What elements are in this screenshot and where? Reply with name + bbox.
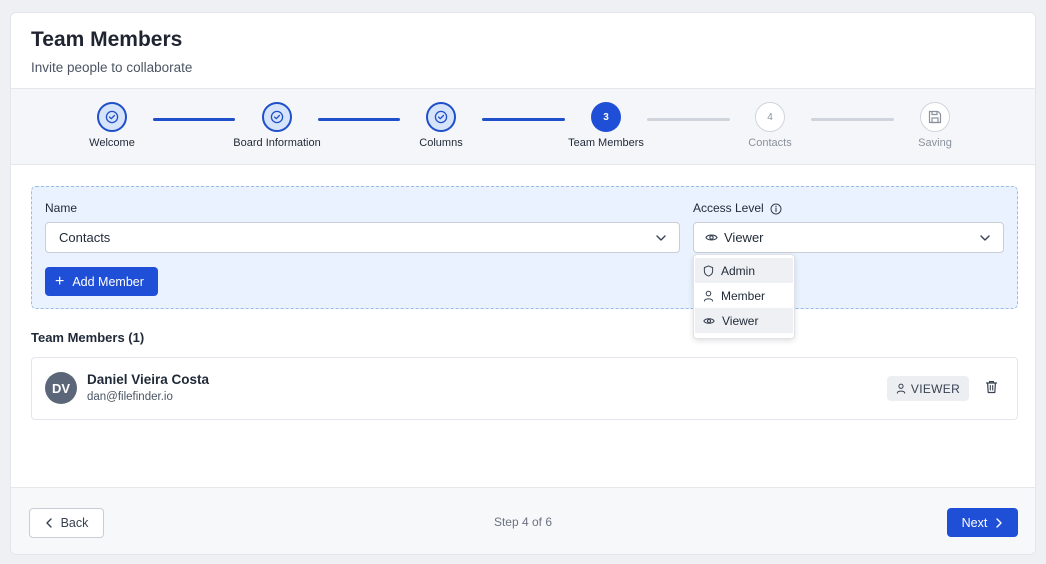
option-viewer[interactable]: Viewer (695, 308, 793, 333)
step-circle (426, 102, 456, 132)
step-circle (97, 102, 127, 132)
access-level-label: Access Level (693, 201, 782, 215)
name-select-value: Contacts (59, 230, 111, 245)
eye-icon (705, 234, 718, 241)
option-admin[interactable]: Admin (695, 258, 793, 283)
avatar: DV (45, 372, 77, 404)
add-member-label: Add Member (72, 274, 144, 289)
next-button[interactable]: Next (947, 508, 1018, 537)
step-label: Welcome (89, 137, 135, 149)
page-title: Team Members (31, 28, 183, 51)
step-number: 4 (755, 102, 785, 132)
stepper: Welcome Board Information Columns 3 Team… (11, 88, 1035, 165)
step-team-members[interactable]: 3 Team Members (546, 102, 666, 149)
step-columns[interactable]: Columns (381, 102, 501, 149)
members-heading: Team Members (1) (31, 330, 145, 345)
step-number: 3 (591, 102, 621, 132)
step-welcome[interactable]: Welcome (52, 102, 172, 149)
chevron-right-icon (996, 517, 1003, 528)
step-label: Columns (419, 137, 463, 149)
plus-icon: + (55, 272, 65, 290)
step-label: Saving (918, 137, 952, 149)
shield-icon (703, 264, 714, 277)
chevron-down-icon (980, 235, 990, 241)
step-label: Team Members (568, 137, 644, 149)
add-member-button[interactable]: + Add Member (45, 267, 158, 296)
add-member-form: Name Contacts Access Level Viewer + Add … (31, 186, 1018, 309)
step-contacts[interactable]: 4 Contacts (710, 102, 830, 149)
info-icon[interactable] (770, 203, 782, 215)
access-level-label-text: Access Level (693, 201, 764, 215)
header: Team Members Invite people to collaborat… (31, 27, 192, 77)
member-email: dan@filefinder.io (87, 391, 173, 403)
step-circle (262, 102, 292, 132)
wizard-footer: Back Step 4 of 6 Next (11, 487, 1035, 554)
name-select[interactable]: Contacts (45, 222, 680, 253)
access-level-dropdown: Admin Member Viewer (693, 254, 795, 339)
wizard-card: Team Members Invite people to collaborat… (10, 12, 1036, 555)
step-board-information[interactable]: Board Information (217, 102, 337, 149)
check-icon (270, 110, 284, 124)
step-label: Board Information (233, 137, 321, 149)
trash-icon[interactable] (985, 380, 998, 394)
save-icon (928, 110, 942, 124)
step-circle (920, 102, 950, 132)
member-name: Daniel Vieira Costa (87, 372, 210, 387)
step-saving[interactable]: Saving (875, 102, 995, 149)
access-level-value: Viewer (724, 230, 764, 245)
name-label: Name (45, 201, 78, 215)
step-counter: Step 4 of 6 (493, 515, 553, 529)
user-icon (896, 383, 906, 394)
chevron-down-icon (656, 235, 666, 241)
check-icon (105, 110, 119, 124)
page-subtitle: Invite people to collaborate (31, 60, 193, 75)
role-badge[interactable]: VIEWER (887, 376, 969, 401)
access-level-select[interactable]: Viewer (693, 222, 1004, 253)
member-row: DV Daniel Vieira Costa dan@filefinder.io… (31, 357, 1018, 420)
eye-icon (703, 317, 715, 324)
option-label: Admin (721, 263, 756, 278)
step-label: Contacts (748, 137, 792, 149)
option-member[interactable]: Member (695, 283, 793, 308)
next-label: Next (961, 515, 988, 530)
option-label: Member (721, 288, 766, 303)
option-label: Viewer (722, 313, 759, 328)
user-icon (703, 290, 714, 302)
check-icon (434, 110, 448, 124)
role-label: VIEWER (910, 381, 961, 396)
